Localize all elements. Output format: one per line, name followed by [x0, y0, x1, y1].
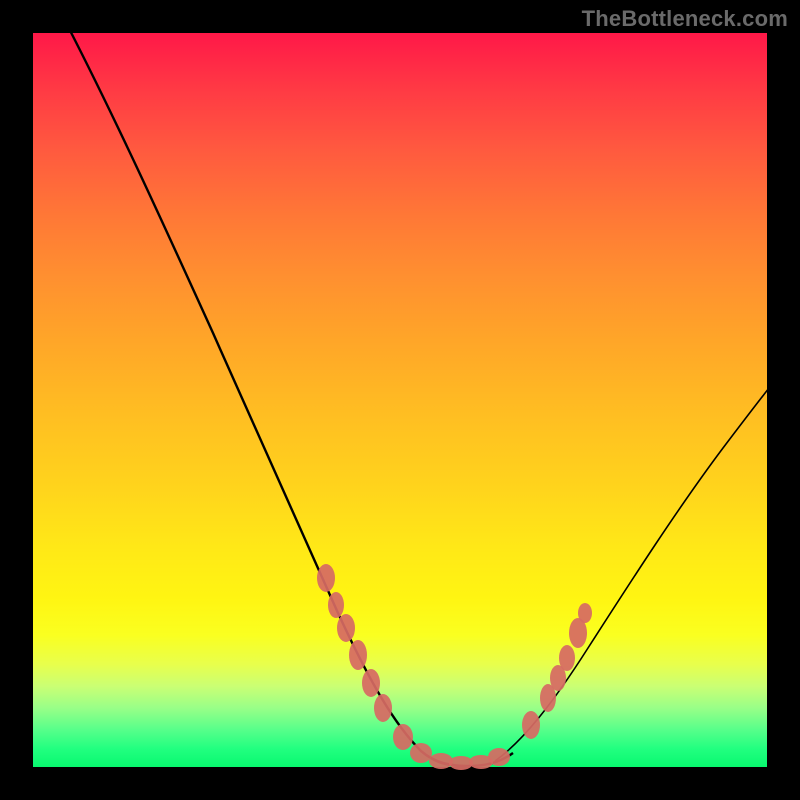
marker-dot [522, 711, 540, 739]
marker-dot [349, 640, 367, 670]
marker-dot [578, 603, 592, 623]
marker-dot [317, 564, 335, 592]
chart-frame: TheBottleneck.com [0, 0, 800, 800]
bottleneck-curve-left [61, 13, 463, 766]
marker-group [317, 564, 592, 770]
marker-dot [488, 748, 510, 766]
marker-dot [410, 743, 432, 763]
marker-dot [328, 592, 344, 618]
bottleneck-curve-right [495, 383, 773, 761]
marker-dot [559, 645, 575, 671]
chart-svg [33, 33, 767, 767]
watermark-text: TheBottleneck.com [582, 6, 788, 32]
plot-area [33, 33, 767, 767]
marker-dot [337, 614, 355, 642]
marker-dot [393, 724, 413, 750]
marker-dot [429, 753, 453, 769]
marker-dot [374, 694, 392, 722]
marker-dot [362, 669, 380, 697]
